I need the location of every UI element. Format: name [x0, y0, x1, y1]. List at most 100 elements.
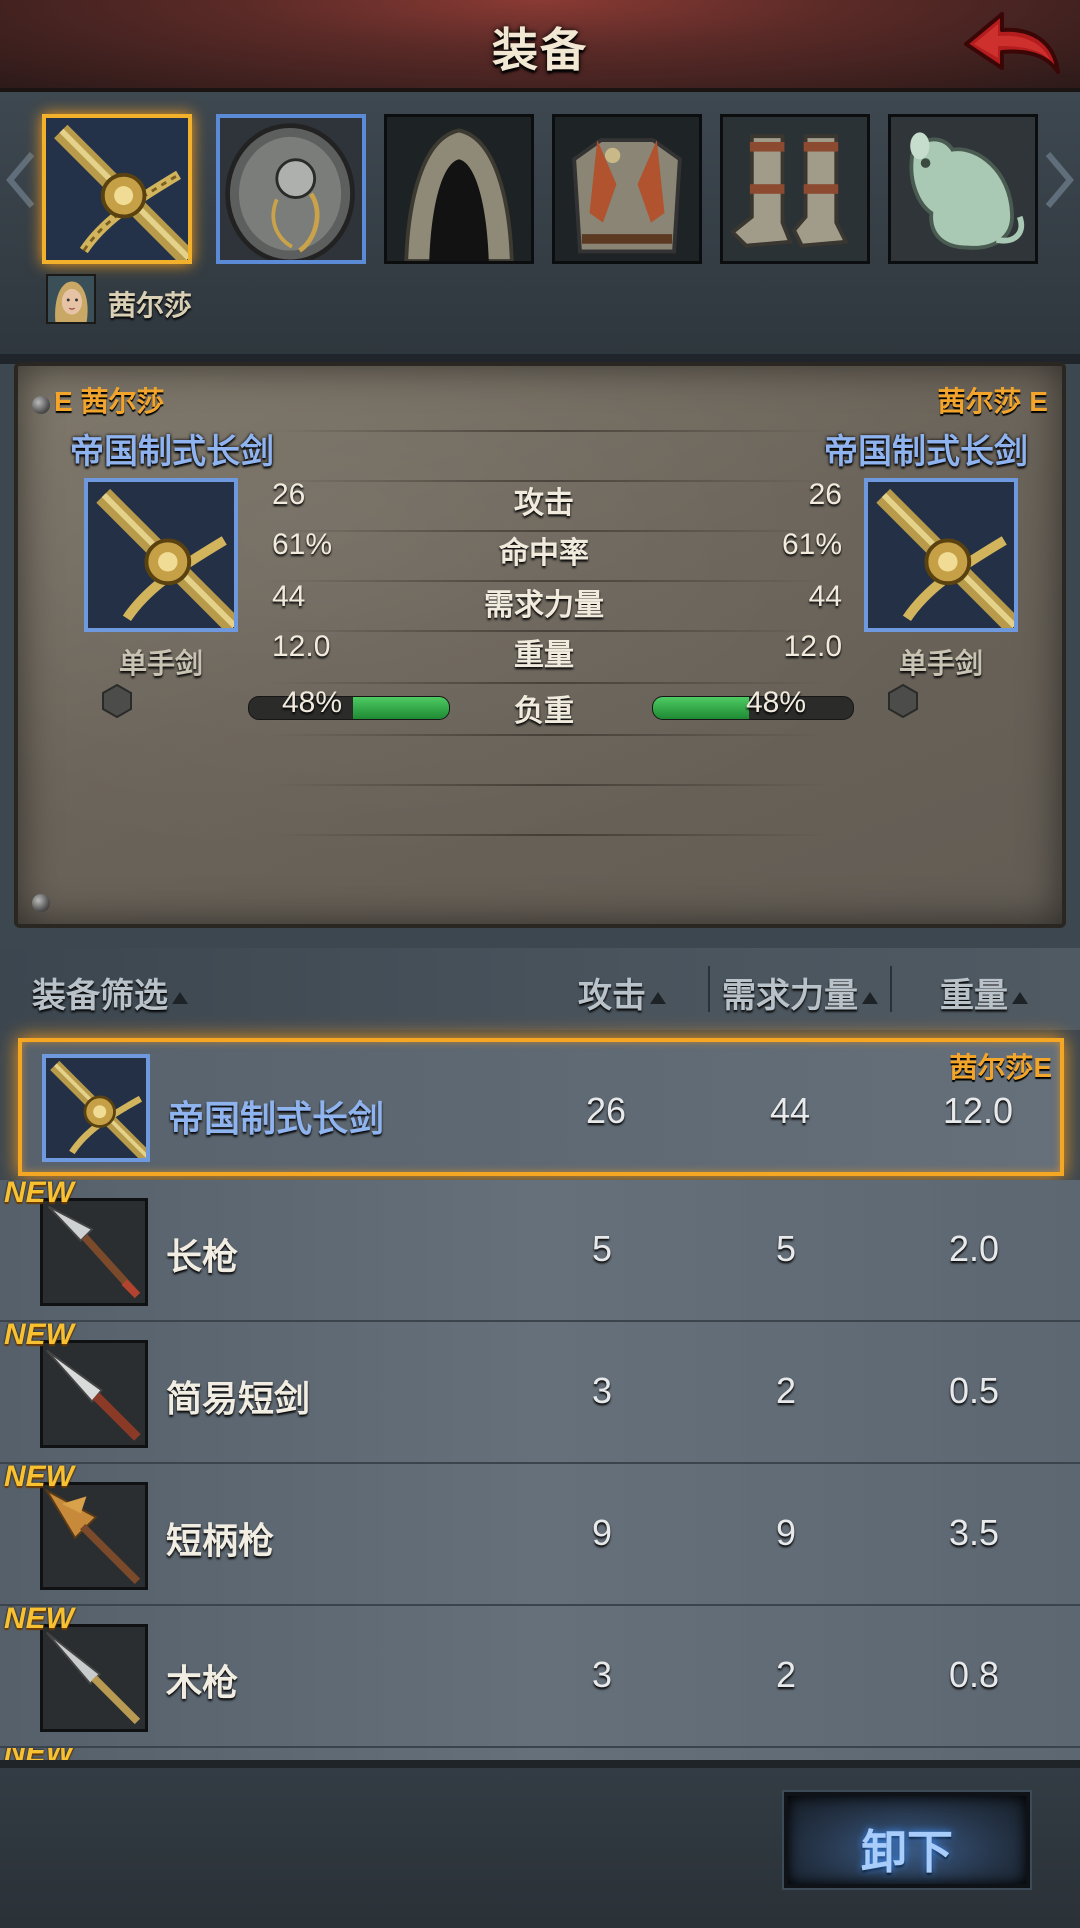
- item-attack: 5: [591, 1228, 613, 1269]
- filter-sort-button[interactable]: 装备筛选: [32, 968, 188, 1017]
- item-icon: [42, 1054, 150, 1162]
- sword-icon: [46, 118, 188, 260]
- strength-sort-button[interactable]: 需求力量: [722, 968, 878, 1017]
- sort-up-icon: [650, 992, 666, 1005]
- item-name: 长枪: [166, 1236, 239, 1277]
- list-item[interactable]: NEW: [0, 1748, 1080, 1760]
- short-spear-icon: [43, 1485, 145, 1587]
- item-title-right: 帝国制式长剑: [824, 433, 1028, 471]
- top-bar: 装备: [0, 0, 1080, 92]
- rivet: [32, 894, 50, 912]
- item-strength: 44: [769, 1090, 811, 1131]
- stat-value-right: 26: [808, 478, 842, 511]
- slot-body[interactable]: [552, 114, 702, 264]
- chevron-left-icon[interactable]: [6, 150, 36, 210]
- new-badge: NEW: [4, 1176, 74, 1209]
- weight-sort-button[interactable]: 重量: [940, 968, 1028, 1017]
- item-strength: 5: [775, 1228, 797, 1269]
- item-weight: 3.5: [948, 1512, 1000, 1553]
- unequip-label: 卸下: [861, 1826, 953, 1878]
- item-name: 帝国制式长剑: [168, 1098, 385, 1139]
- stat-value-right: 44: [808, 580, 842, 613]
- sort-up-icon: [172, 992, 188, 1005]
- slot-head[interactable]: [384, 114, 534, 264]
- compare-panel: E 茜尔莎 茜尔莎 E 帝国制式长剑 帝国制式长剑 单手剑 单手剑 26 攻击 …: [14, 362, 1066, 928]
- slot-offhand[interactable]: [216, 114, 366, 264]
- shield-icon: [220, 118, 362, 260]
- item-icon: [40, 1198, 148, 1306]
- strength-label: 需求力量: [722, 977, 858, 1015]
- spear-icon: [43, 1201, 145, 1303]
- jade-mouse-icon: [891, 117, 1035, 261]
- slot-feet[interactable]: [720, 114, 870, 264]
- new-badge: NEW: [4, 1460, 74, 1493]
- item-icon: [40, 1340, 148, 1448]
- item-weight: 12.0: [942, 1090, 1014, 1131]
- list-header: 装备筛选 攻击 需求力量 重量: [0, 948, 1080, 1030]
- stat-row-weight: 12.0 重量 12.0: [18, 630, 1070, 672]
- avatar[interactable]: [46, 274, 96, 324]
- unequip-button[interactable]: 卸下: [784, 1792, 1030, 1888]
- stat-label: 攻击: [514, 487, 574, 520]
- character-name: 茜尔莎: [108, 290, 193, 321]
- page-title: 装备: [492, 24, 588, 76]
- stat-value-right: 61%: [781, 528, 842, 561]
- item-strength: 2: [775, 1654, 797, 1695]
- sword-icon: [46, 1058, 146, 1158]
- armor-icon: [555, 117, 699, 261]
- equipped-tag-right: 茜尔莎 E: [937, 386, 1048, 417]
- rivet: [32, 396, 50, 414]
- stat-value-right: 12.0: [783, 630, 842, 663]
- item-name: 木枪: [166, 1662, 239, 1703]
- wooden-spear-icon: [43, 1627, 145, 1729]
- item-name: 短柄枪: [166, 1520, 275, 1561]
- new-badge: NEW: [4, 1602, 74, 1635]
- sort-up-icon: [862, 992, 878, 1005]
- chevron-right-icon[interactable]: [1044, 150, 1074, 210]
- item-name: 简易短剑: [166, 1378, 311, 1419]
- list-item[interactable]: 茜尔莎E 帝国制式长剑 26 44 12.0: [18, 1038, 1064, 1176]
- item-icon: [40, 1482, 148, 1590]
- attack-label: 攻击: [578, 977, 646, 1015]
- load-value-right: 48%: [746, 686, 807, 719]
- item-attack: 3: [591, 1370, 613, 1411]
- stat-row-attack: 26 攻击 26: [18, 478, 1070, 520]
- slot-weapon[interactable]: [42, 114, 192, 264]
- sort-up-icon: [1012, 992, 1028, 1005]
- short-sword-icon: [43, 1343, 145, 1445]
- item-title-left: 帝国制式长剑: [70, 433, 274, 471]
- new-badge: NEW: [4, 1748, 74, 1760]
- list-item[interactable]: NEW 长枪 5 5 2.0: [0, 1176, 1080, 1322]
- slot-accessory[interactable]: [888, 114, 1038, 264]
- list-item[interactable]: NEW 木枪 3 2 0.8: [0, 1602, 1080, 1748]
- item-strength: 9: [775, 1512, 797, 1553]
- filter-label: 装备筛选: [32, 977, 168, 1015]
- divider: [708, 966, 710, 1012]
- item-weight: 2.0: [948, 1228, 1000, 1269]
- load-bar-fill: [653, 697, 749, 719]
- attack-sort-button[interactable]: 攻击: [578, 968, 666, 1017]
- divider: [890, 966, 892, 1012]
- divider: [268, 784, 828, 786]
- hood-icon: [387, 117, 531, 261]
- stat-row-strength: 44 需求力量 44: [18, 580, 1070, 622]
- equipped-tag-left: E 茜尔莎: [54, 386, 165, 417]
- divider: [268, 682, 828, 684]
- back-arrow-icon[interactable]: [960, 6, 1064, 82]
- new-badge: NEW: [4, 1318, 74, 1351]
- item-attack: 26: [585, 1090, 627, 1131]
- list-item[interactable]: NEW 短柄枪 9 9 3.5: [0, 1460, 1080, 1606]
- list-item[interactable]: NEW 简易短剑 3 2 0.5: [0, 1318, 1080, 1464]
- item-attack: 3: [591, 1654, 613, 1695]
- boots-icon: [723, 117, 867, 261]
- divider: [268, 430, 828, 432]
- item-weight: 0.5: [948, 1370, 1000, 1411]
- stat-label: 命中率: [499, 537, 589, 570]
- owner-tag: 茜尔莎E: [949, 1052, 1052, 1083]
- item-icon: [40, 1624, 148, 1732]
- divider: [268, 734, 828, 736]
- weight-label: 重量: [940, 977, 1008, 1015]
- stat-row-load: 48% 负重 48%: [18, 686, 1070, 728]
- stat-label: 重量: [514, 639, 574, 672]
- item-weight: 0.8: [948, 1654, 1000, 1695]
